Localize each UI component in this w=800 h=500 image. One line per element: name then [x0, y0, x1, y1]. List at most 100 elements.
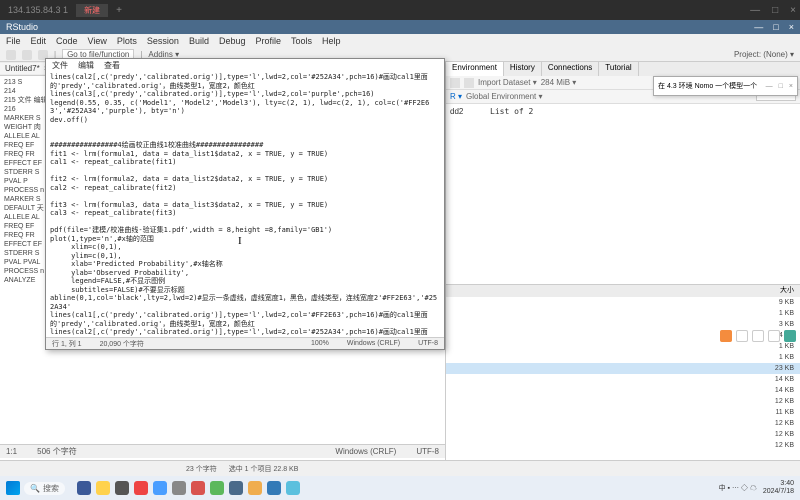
taskbar-app-rstudio[interactable] [229, 481, 243, 495]
notepad-lineend: Windows (CRLF) [347, 340, 400, 347]
tray-icon-2[interactable] [736, 330, 748, 342]
start-button[interactable] [6, 481, 20, 495]
new-tab-button[interactable]: + [116, 5, 122, 16]
project-menu[interactable]: Project: (None) ▾ [734, 50, 794, 59]
file-row: 11 KB [446, 407, 800, 418]
menu-profile[interactable]: Profile [256, 36, 282, 46]
explorer-statusbar: 23 个字符 选中 1 个项目 22.8 KB [0, 460, 800, 476]
taskbar-app-11[interactable] [267, 481, 281, 495]
rstudio-max-button[interactable]: □ [773, 22, 778, 32]
file-row: 12 KB [446, 429, 800, 440]
clock-date[interactable]: 2024/7/18 [763, 488, 794, 496]
menu-code[interactable]: Code [56, 36, 78, 46]
notepad-menu-edit[interactable]: 编辑 [78, 60, 94, 71]
menu-debug[interactable]: Debug [219, 36, 246, 46]
taskbar-app-5[interactable] [153, 481, 167, 495]
tab-tutorial[interactable]: Tutorial [599, 62, 638, 76]
taskbar-app-6[interactable] [172, 481, 186, 495]
file-row: 12 KB [446, 440, 800, 451]
taskbar: 🔍 搜索 中 ▪ ⋯ ◇ ☁ 3:40 2024/7/18 [0, 476, 800, 500]
file-row: 12 KB [446, 418, 800, 429]
item-count: 23 个字符 [186, 464, 217, 474]
text-cursor-icon: I [238, 235, 242, 247]
env-list: dd2 List of 2 [446, 104, 800, 284]
remote-ip: 134.135.84.3 1 [8, 5, 68, 15]
taskbar-app-2[interactable] [96, 481, 110, 495]
notepad-zoom: 100% [311, 340, 329, 347]
var-value: List of 2 [490, 107, 533, 116]
file-row: 12 KB [446, 396, 800, 407]
notepad-menu-file[interactable]: 文件 [52, 60, 68, 71]
import-dataset-menu[interactable]: Import Dataset ▾ [478, 78, 537, 87]
tray-icon-4[interactable] [768, 330, 780, 342]
notepad-chars: 20,090 个字符 [100, 339, 144, 349]
system-tray: 中 ▪ ⋯ ◇ ☁ 3:40 2024/7/18 [719, 480, 794, 496]
rf-min-icon[interactable]: — [766, 83, 773, 90]
tab-environment[interactable]: Environment [446, 62, 504, 76]
new-file-icon[interactable] [6, 50, 16, 60]
menu-edit[interactable]: Edit [31, 36, 47, 46]
remote-max-button[interactable]: □ [772, 5, 778, 16]
menu-tools[interactable]: Tools [291, 36, 312, 46]
taskbar-app-12[interactable] [286, 481, 300, 495]
remote-titlebar: 134.135.84.3 1 新建 + — □ × [0, 0, 800, 20]
tab-history[interactable]: History [504, 62, 542, 76]
scope-select[interactable]: Global Environment ▾ [466, 92, 543, 101]
menubar: File Edit Code View Plots Session Build … [0, 34, 800, 48]
clock-time[interactable]: 3:40 [763, 480, 794, 488]
save-workspace-icon[interactable] [464, 78, 474, 88]
ime-indicator[interactable]: 中 ▪ ⋯ ◇ ☁ [719, 483, 757, 493]
taskbar-app-1[interactable] [77, 481, 91, 495]
notepad-encoding: UTF-8 [418, 340, 438, 347]
size-header: 大小 [780, 285, 794, 297]
menu-session[interactable]: Session [147, 36, 179, 46]
tray-icon-1[interactable] [720, 330, 732, 342]
menu-plots[interactable]: Plots [117, 36, 137, 46]
file-list[interactable]: 9 KB 1 KB 3 KB 4 KB 1 KB 1 KB 23 KB 14 K… [446, 297, 800, 461]
file-row: 14 KB [446, 385, 800, 396]
remote-close-button[interactable]: × [790, 5, 796, 16]
char-count: 506 个字符 [37, 446, 77, 457]
app-title: RStudio [6, 22, 38, 32]
taskbar-app-7[interactable] [191, 481, 205, 495]
right-floating-window[interactable]: 在 4.3 环境 Nomo 一个模型一个 — □ × [653, 76, 798, 96]
line-ending: Windows (CRLF) [335, 447, 396, 456]
menu-view[interactable]: View [88, 36, 107, 46]
file-row: 1 KB [446, 341, 800, 352]
notepad-pos: 行 1, 列 1 [52, 339, 82, 349]
notepad-textarea[interactable]: lines(cal2[,c('predy','calibrated.orig')… [46, 71, 444, 337]
menu-build[interactable]: Build [189, 36, 209, 46]
file-row: 23 KB [446, 363, 800, 374]
rf-max-icon[interactable]: □ [779, 83, 783, 90]
source-statusbar: 1:1 506 个字符 Windows (CRLF) UTF-8 [0, 444, 445, 458]
rf-close-icon[interactable]: × [789, 83, 793, 90]
taskbar-search[interactable]: 🔍 搜索 [24, 482, 65, 495]
open-file-icon[interactable] [22, 50, 32, 60]
files-pane: 大小 9 KB 1 KB 3 KB 4 KB 1 KB 1 KB 23 KB 1… [446, 284, 800, 461]
notepad-menu-view[interactable]: 查看 [104, 60, 120, 71]
remote-tab[interactable]: 新建 [76, 4, 108, 17]
rstudio-min-button[interactable]: — [754, 22, 763, 32]
load-workspace-icon[interactable] [450, 78, 460, 88]
taskbar-app-8[interactable] [210, 481, 224, 495]
notepad-window: 文件 编辑 查看 lines(cal2[,c('predy','calibrat… [45, 58, 445, 350]
selection-info: 选中 1 个项目 22.8 KB [229, 464, 299, 474]
tab-connections[interactable]: Connections [542, 62, 599, 76]
right-float-label: 在 4.3 环境 Nomo 一个模型一个 [658, 81, 757, 91]
remote-min-button[interactable]: — [750, 5, 760, 16]
rstudio-close-button[interactable]: × [789, 22, 794, 32]
tray-icon-5[interactable] [784, 330, 796, 342]
menu-file[interactable]: File [6, 36, 21, 46]
taskbar-app-4[interactable] [134, 481, 148, 495]
rstudio-titlebar: RStudio — □ × [0, 20, 800, 34]
notepad-statusbar: 行 1, 列 1 20,090 个字符 100% Windows (CRLF) … [46, 337, 444, 349]
taskbar-app-3[interactable] [115, 481, 129, 495]
search-icon: 🔍 [30, 484, 40, 493]
env-tabs: Environment History Connections Tutorial [446, 62, 800, 76]
tray-icon-3[interactable] [752, 330, 764, 342]
memory-indicator[interactable]: 284 MiB ▾ [541, 78, 577, 87]
env-row[interactable]: dd2 List of 2 [448, 106, 798, 117]
file-row: 14 KB [446, 374, 800, 385]
taskbar-app-10[interactable] [248, 481, 262, 495]
menu-help[interactable]: Help [322, 36, 341, 46]
